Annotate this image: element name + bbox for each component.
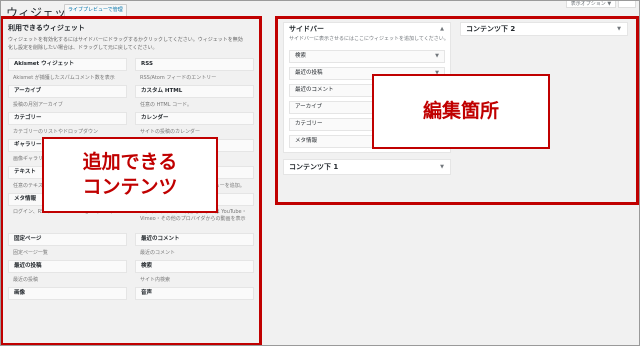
widget-title[interactable]: アーカイブ <box>8 85 127 98</box>
widget-item[interactable]: 最近のコメント 最近のコメント <box>135 233 254 260</box>
widget-description: 最近の投稿 <box>13 277 39 283</box>
sidebar-area-title: サイドバー <box>289 25 324 33</box>
sidebar-area-header[interactable]: サイドバー ▲ <box>284 23 450 35</box>
widget-item[interactable]: 最近の投稿 最近の投稿 <box>8 260 127 287</box>
widget-item[interactable]: 音声 <box>135 287 254 314</box>
widget-description: 固定ページ一覧 <box>13 250 48 256</box>
widget-title[interactable]: 画像 <box>8 287 127 300</box>
widget-title[interactable]: 検索 <box>135 260 254 273</box>
widget-title[interactable]: カテゴリー <box>8 112 127 125</box>
widget-title[interactable]: カレンダー <box>135 112 254 125</box>
widget-description <box>8 300 127 303</box>
widget-item[interactable]: アーカイブ投稿の月別アーカイブ <box>8 85 127 112</box>
widget-title[interactable]: 固定ページ <box>8 233 127 246</box>
widget-title[interactable]: Akismet ウィジェット <box>8 58 127 71</box>
widget-title[interactable]: 最近の投稿 <box>8 260 127 273</box>
widget-description: 任意の HTML コード。 <box>140 102 192 108</box>
widget-title[interactable]: カスタム HTML <box>135 85 254 98</box>
widget-description: RSS/Atom フィードのエントリー <box>140 75 217 81</box>
collapse-icon[interactable]: ▲ <box>440 23 444 35</box>
content-bottom-1-area[interactable]: コンテンツ下 1 ▼ <box>283 159 451 175</box>
widget-description: サイト内検索 <box>140 277 171 283</box>
edit-area-callout: 編集箇所 <box>372 74 550 149</box>
expand-icon[interactable]: ▼ <box>440 160 444 175</box>
widget-description: Akismet が捕獲したスパムコメント数を表示 <box>13 75 115 81</box>
sidebar-widget-label: カテゴリー <box>295 121 323 127</box>
live-preview-button[interactable]: ライブプレビューで管理 <box>64 4 127 17</box>
sidebar-widget-label: メタ情報 <box>295 138 318 144</box>
widget-description: カテゴリーのリストやドロップダウン <box>13 129 99 135</box>
sidebar-area-description: サイドバーに表示させるにはここにウィジェットを追加してください。 <box>289 36 449 42</box>
sidebar-widget-label: 検索 <box>295 53 307 59</box>
expand-icon[interactable]: ▼ <box>617 23 621 36</box>
widget-description <box>135 300 254 303</box>
content-bottom-2-title: コンテンツ下 2 <box>466 25 516 33</box>
content-bottom-1-title: コンテンツ下 1 <box>289 163 339 171</box>
available-content-callout: 追加できる コンテンツ <box>42 137 218 213</box>
widget-title[interactable]: 最近のコメント <box>135 233 254 246</box>
widget-item[interactable]: RSS RSS/Atom フィードのエントリー <box>135 58 254 85</box>
widget-item[interactable]: カテゴリーカテゴリーのリストやドロップダウン <box>8 112 127 139</box>
widget-title[interactable]: 音声 <box>135 287 254 300</box>
widget-description: サイトの投稿のカレンダー <box>140 129 201 135</box>
help-button[interactable] <box>618 0 636 8</box>
sidebar-widget-label: 最近の投稿 <box>295 70 323 76</box>
widget-description: 最近のコメント <box>140 250 176 256</box>
widget-item[interactable]: カレンダーサイトの投稿のカレンダー <box>135 112 254 139</box>
widget-item[interactable]: 検索サイト内検索 <box>135 260 254 287</box>
widget-description: 投稿の月別アーカイブ <box>13 102 63 108</box>
widget-item[interactable]: 固定ページ固定ページ一覧 <box>8 233 127 260</box>
widget-item[interactable]: 画像 <box>8 287 127 314</box>
screen-options-button[interactable]: 表示オプション ▼ <box>566 0 616 8</box>
available-widgets-title: 利用できるウィジェット <box>8 24 85 32</box>
sidebar-widget-label: アーカイブ <box>295 104 323 110</box>
sidebar-widget[interactable]: 検索 ▼ <box>289 50 445 63</box>
widget-item[interactable]: Akismet ウィジェット Akismet が捕獲したスパムコメント数を表示 <box>8 58 127 85</box>
sidebar-widget-label: 最近のコメント <box>295 87 334 93</box>
widget-title[interactable]: RSS <box>135 58 254 71</box>
available-widgets-description: ウィジェットを有効化するにはサイドバーにドラッグするかクリックしてください。ウィ… <box>8 37 243 51</box>
widget-item[interactable]: カスタム HTML 任意の HTML コード。 <box>135 85 254 112</box>
expand-icon[interactable]: ▼ <box>435 51 439 62</box>
content-bottom-2-area[interactable]: コンテンツ下 2 ▼ <box>460 22 628 36</box>
